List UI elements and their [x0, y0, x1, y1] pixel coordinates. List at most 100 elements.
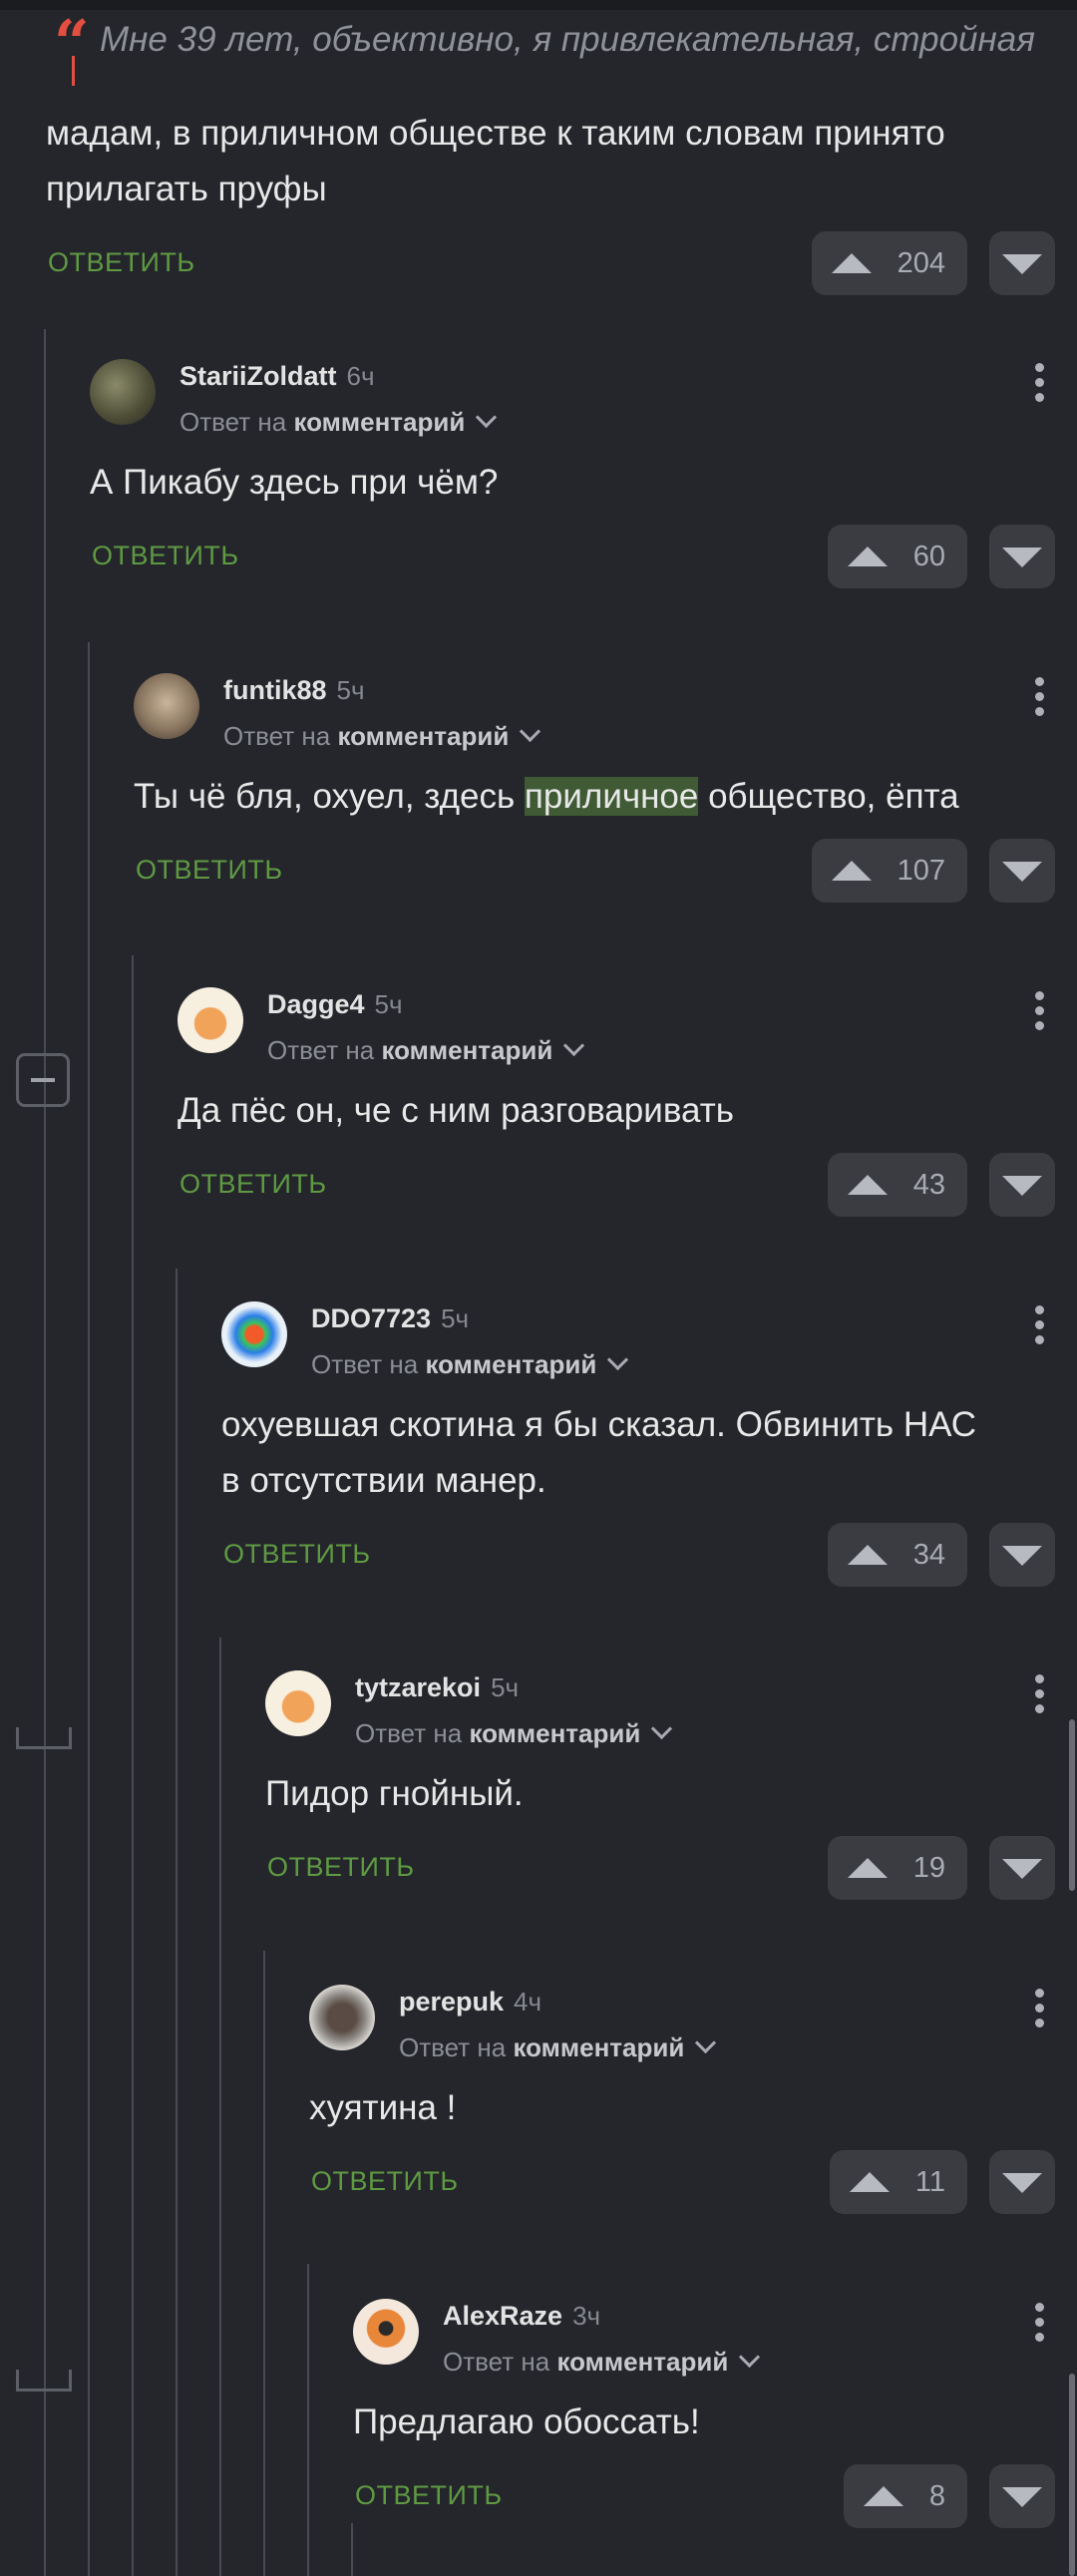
reply-to[interactable]: Ответ на комментарий: [443, 2346, 761, 2378]
upvote-button[interactable]: 34: [827, 1523, 967, 1587]
comment-text-line: в отсутствии манер.: [221, 1461, 546, 1500]
comment: funtik88 5ч Ответ на комментарий Ты чё бл…: [134, 673, 1055, 903]
comment-actions: ОТВЕТИТЬ 11: [309, 2150, 1055, 2214]
arrow-up-icon: [831, 253, 872, 273]
reply-button[interactable]: ОТВЕТИТЬ: [180, 1169, 327, 1200]
avatar[interactable]: [265, 1670, 331, 1736]
downvote-button[interactable]: [989, 2150, 1055, 2214]
collapse-thread-button[interactable]: [16, 1053, 70, 1107]
username[interactable]: tytzarekoi 5ч: [355, 1672, 519, 1703]
chevron-down-icon: [651, 1717, 673, 1740]
scrollbar[interactable]: [1069, 1719, 1075, 1891]
downvote-button[interactable]: [989, 2464, 1055, 2528]
upvote-button[interactable]: 107: [811, 839, 967, 903]
arrow-up-icon: [847, 1858, 888, 1878]
more-vertical-icon[interactable]: [1029, 2303, 1049, 2353]
thread-line: [351, 2523, 353, 2576]
reply-to[interactable]: Ответ на комментарий: [180, 406, 498, 438]
upvote-button[interactable]: 60: [827, 525, 967, 588]
vote-count: 60: [912, 540, 945, 572]
username[interactable]: StariiZoldatt 6ч: [180, 361, 375, 392]
upvote-button[interactable]: 19: [827, 1836, 967, 1900]
more-vertical-icon[interactable]: [1029, 1989, 1049, 2038]
scrollbar[interactable]: [1069, 2374, 1075, 2576]
more-vertical-icon[interactable]: [1029, 991, 1049, 1041]
reply-button[interactable]: ОТВЕТИТЬ: [136, 855, 283, 886]
upvote-button[interactable]: 204: [811, 231, 967, 295]
reply-button[interactable]: ОТВЕТИТЬ: [48, 247, 195, 278]
comment: tytzarekoi 5ч Ответ на комментарий Пидор …: [265, 1670, 1055, 1900]
comment-text-line: Да пёс он, че с ним разговаривать: [178, 1091, 734, 1130]
username[interactable]: DDO7723 5ч: [311, 1303, 469, 1334]
comment-body: А Пикабу здесь при чём?: [90, 455, 1055, 511]
comment-header: DDO7723 5ч Ответ на комментарий: [221, 1301, 1055, 1381]
avatar[interactable]: [309, 1985, 375, 2050]
reply-to[interactable]: Ответ на комментарий: [223, 720, 541, 752]
username[interactable]: AlexRaze 3ч: [443, 2301, 600, 2332]
comment-time: 4ч: [514, 1987, 542, 2017]
reply-button[interactable]: ОТВЕТИТЬ: [267, 1852, 415, 1883]
reply-to[interactable]: Ответ на комментарий: [355, 1717, 673, 1749]
downvote-button[interactable]: [989, 1523, 1055, 1587]
more-vertical-icon[interactable]: [1029, 1674, 1049, 1724]
quote-text: Мне 39 лет, объективно, я привлекательна…: [100, 20, 1035, 59]
comment-time: 6ч: [346, 361, 375, 391]
avatar[interactable]: [134, 673, 199, 739]
reply-button[interactable]: ОТВЕТИТЬ: [355, 2480, 503, 2511]
comment-actions: ОТВЕТИТЬ 19: [265, 1836, 1055, 1900]
reply-to[interactable]: Ответ на комментарий: [399, 2031, 717, 2063]
reply-button[interactable]: ОТВЕТИТЬ: [311, 2166, 459, 2197]
reply-to[interactable]: Ответ на комментарий: [311, 1348, 629, 1380]
arrow-up-icon: [847, 1175, 888, 1195]
comment-body: Да пёс он, че с ним разговаривать: [178, 1083, 1055, 1139]
arrow-up-icon: [849, 2172, 890, 2192]
chevron-down-icon: [739, 2346, 761, 2369]
reply-button[interactable]: ОТВЕТИТЬ: [223, 1539, 371, 1570]
downvote-button[interactable]: [989, 525, 1055, 588]
downvote-button[interactable]: [989, 1153, 1055, 1217]
comment: perepuk 4ч Ответ на комментарий хуятина !…: [309, 1985, 1055, 2214]
arrow-up-icon: [831, 861, 872, 881]
comment-text-line: А Пикабу здесь при чём?: [90, 463, 499, 502]
more-vertical-icon[interactable]: [1029, 1305, 1049, 1355]
thread-line: [176, 1269, 178, 2576]
upvote-button[interactable]: 11: [829, 2150, 967, 2214]
upvote-button[interactable]: 43: [827, 1153, 967, 1217]
downvote-button[interactable]: [989, 1836, 1055, 1900]
avatar[interactable]: [90, 359, 156, 425]
comment: мадам, в приличном обществе к таким слов…: [46, 106, 1055, 295]
username[interactable]: Dagge4 5ч: [267, 989, 403, 1020]
comment-text-line: Пидор гнойный.: [265, 1774, 524, 1813]
comment-time: 5ч: [336, 675, 365, 705]
avatar[interactable]: [353, 2299, 419, 2365]
downvote-button[interactable]: [989, 231, 1055, 295]
arrow-up-icon: [847, 547, 888, 566]
comment-time: 3ч: [572, 2301, 601, 2331]
reply-to[interactable]: Ответ на комментарий: [267, 1034, 585, 1066]
vote-count: 8: [928, 2479, 945, 2512]
upvote-button[interactable]: 8: [843, 2464, 967, 2528]
thread-branch-end[interactable]: [16, 2370, 72, 2392]
quoted-text: “ Мне 39 лет, объективно, я привлекатель…: [48, 8, 1055, 86]
avatar[interactable]: [178, 987, 243, 1053]
thread-branch-end[interactable]: [16, 1727, 72, 1749]
comment-body: Ты чё бля, охуел, здесь приличное общест…: [134, 777, 959, 816]
comment-actions: ОТВЕТИТЬ 34: [221, 1523, 1055, 1587]
username[interactable]: funtik88 5ч: [223, 675, 365, 706]
comment-actions: ОТВЕТИТЬ 60: [90, 525, 1055, 588]
avatar[interactable]: [221, 1301, 287, 1367]
reply-button[interactable]: ОТВЕТИТЬ: [92, 541, 239, 571]
more-vertical-icon[interactable]: [1029, 363, 1049, 413]
comment-body: Пидор гнойный.: [265, 1766, 1055, 1822]
downvote-button[interactable]: [989, 839, 1055, 903]
highlighted-word: приличное: [524, 777, 699, 816]
thread-line: [219, 1638, 221, 2576]
comment: StariiZoldatt 6ч Ответ на комментарий А П…: [90, 359, 1055, 588]
comment-text-line: прилагать пруфы: [46, 170, 327, 208]
comment-time: 5ч: [491, 1672, 520, 1702]
comment-text-line: охуевшая скотина я бы сказал. Обвинить Н…: [221, 1405, 977, 1444]
more-vertical-icon[interactable]: [1029, 677, 1049, 727]
thread-line: [88, 642, 90, 2576]
vote-count: 34: [912, 1538, 945, 1571]
username[interactable]: perepuk 4ч: [399, 1987, 541, 2018]
